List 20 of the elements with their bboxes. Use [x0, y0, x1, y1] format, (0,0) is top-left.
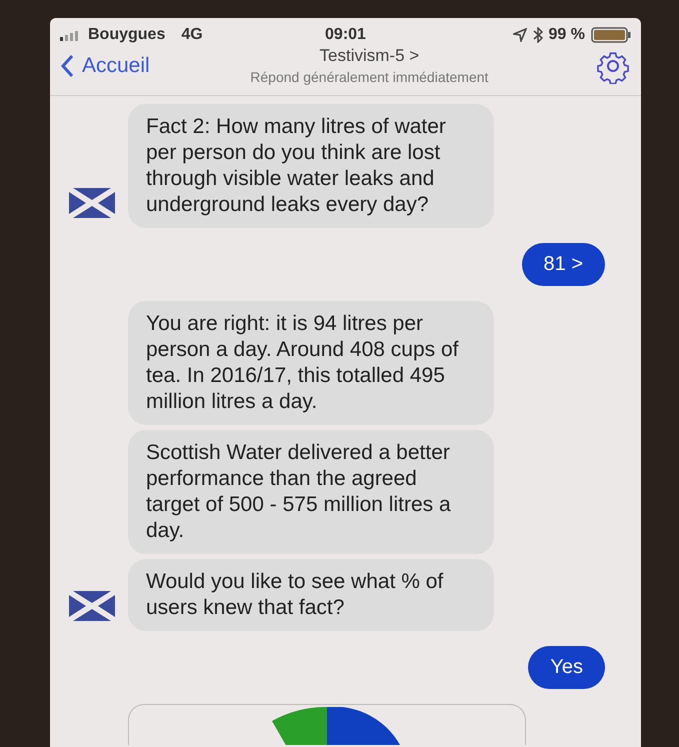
bot-message: Fact 2: How many litres of water per person do you think are lost through visible water leaks and underground leaks every day?: [128, 104, 494, 228]
bluetooth-icon: [532, 27, 543, 43]
network-type: 4G: [181, 26, 203, 44]
chat-subtitle: Répond généralement immédiatement: [250, 69, 488, 85]
location-arrow-icon: [512, 28, 527, 42]
battery-percent: 99 %: [548, 26, 585, 44]
bot-message: Would you like to see what % of users knew that fact?: [128, 559, 494, 631]
back-label: Accueil: [82, 54, 150, 78]
bot-message: Scottish Water delivered a better performance than the agreed target of 500 - 575 million litres a day.: [128, 430, 494, 554]
user-message: Yes: [528, 646, 605, 689]
battery-icon: [590, 27, 631, 43]
chevron-left-icon: [60, 54, 74, 78]
flag-avatar-icon: [67, 186, 117, 220]
user-message: 81 >: [522, 243, 605, 286]
carrier-name: Bouygues: [88, 26, 166, 44]
clock-time: 09:01: [325, 26, 366, 44]
chat-title[interactable]: Testivism-5 >: [320, 46, 420, 66]
bot-message: You are right: it is 94 litres per person a day. Around 408 cups of tea. In 2016/17, this totalled 495 million litres a day.: [128, 301, 494, 425]
back-link[interactable]: Accueil: [60, 54, 150, 78]
flag-avatar-icon: [67, 589, 117, 623]
